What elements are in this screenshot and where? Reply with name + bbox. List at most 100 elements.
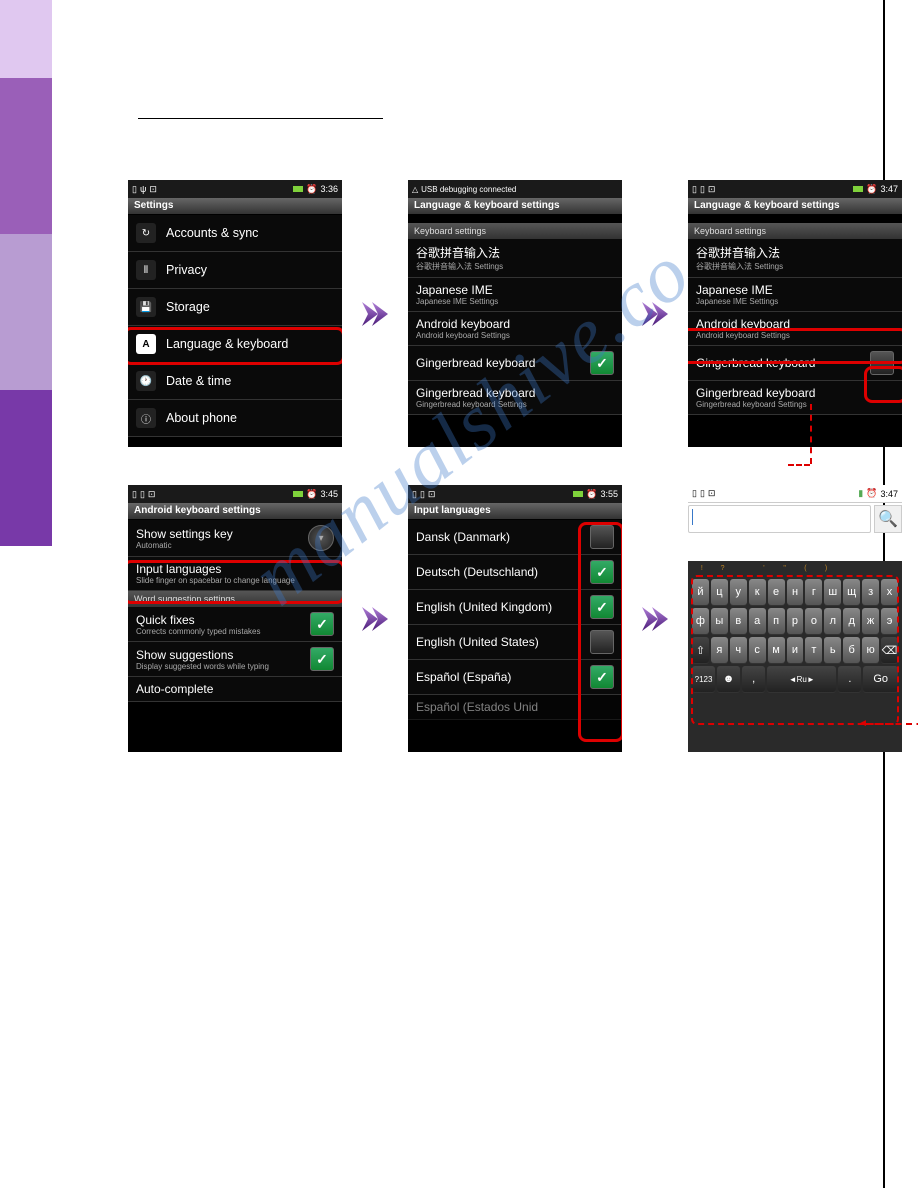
ime-item-android[interactable]: Android keyboardAndroid keyboard Setting… xyxy=(688,312,902,346)
symbols-key[interactable]: ?123 xyxy=(692,666,715,692)
screen-title: Input languages xyxy=(408,503,622,520)
key[interactable]: г xyxy=(805,579,822,605)
key[interactable]: л xyxy=(824,608,841,634)
ime-item-pinyin[interactable]: 谷歌拼音输入法谷歌拼音输入法 Settings xyxy=(688,239,902,278)
settings-item-privacy[interactable]: ⦀Privacy xyxy=(128,252,342,289)
comma-key[interactable]: , xyxy=(742,666,765,692)
key[interactable]: о xyxy=(805,608,822,634)
key[interactable]: б xyxy=(843,637,860,663)
lang-dansk[interactable]: Dansk (Danmark) xyxy=(408,520,622,555)
sync-icon: ↻ xyxy=(136,223,156,243)
settings-item-storage[interactable]: 💾Storage xyxy=(128,289,342,326)
backspace-key[interactable]: ⌫ xyxy=(881,637,898,663)
section-header: Keyboard settings xyxy=(688,223,902,239)
key[interactable]: ы xyxy=(711,608,728,634)
key[interactable]: ж xyxy=(862,608,879,634)
key[interactable]: н xyxy=(787,579,804,605)
ime-item-gingerbread[interactable]: Gingerbread keyboardGingerbread keyboard… xyxy=(688,381,902,415)
band-3 xyxy=(0,234,52,390)
checkbox[interactable] xyxy=(590,525,614,549)
ime-item-pinyin[interactable]: 谷歌拼音输入法谷歌拼音输入法 Settings xyxy=(408,239,622,278)
setting-input-languages[interactable]: Input languagesSlide finger on spacebar … xyxy=(128,557,342,591)
statusbar: ▯▯⊡ ⏰3:45 xyxy=(128,485,342,503)
key[interactable]: в xyxy=(730,608,747,634)
checkbox[interactable] xyxy=(310,612,334,636)
lang-deutsch[interactable]: Deutsch (Deutschland) xyxy=(408,555,622,590)
status-time: 3:55 xyxy=(600,489,618,499)
settings-item-datetime[interactable]: 🕐Date & time xyxy=(128,363,342,400)
setting-auto-complete[interactable]: Auto-complete xyxy=(128,677,342,702)
status-time: 3:47 xyxy=(880,489,898,499)
section-header: Word suggestion settings xyxy=(128,591,342,607)
key[interactable]: х xyxy=(881,579,898,605)
go-key[interactable]: Go xyxy=(863,666,898,692)
status-time: 3:45 xyxy=(320,489,338,499)
key[interactable]: д xyxy=(843,608,860,634)
checkbox[interactable] xyxy=(310,647,334,671)
shift-key[interactable]: ⇧ xyxy=(692,637,709,663)
search-icon: 🔍 xyxy=(878,509,898,529)
arrow-icon xyxy=(360,294,390,334)
arrow-icon xyxy=(640,599,670,639)
lang-espanol-es[interactable]: Español (España) xyxy=(408,660,622,695)
ime-item-japanese[interactable]: Japanese IMEJapanese IME Settings xyxy=(408,278,622,312)
search-button[interactable]: 🔍 xyxy=(874,505,902,533)
key[interactable]: к xyxy=(749,579,766,605)
setting-show-suggestions[interactable]: Show suggestionsDisplay suggested words … xyxy=(128,642,342,677)
ime-item-gingerbread-chk[interactable]: Gingerbread keyboard xyxy=(688,346,902,381)
ime-item-android[interactable]: Android keyboardAndroid keyboard Setting… xyxy=(408,312,622,346)
setting-show-settings-key[interactable]: Show settings keyAutomatic▾ xyxy=(128,520,342,557)
ime-item-gingerbread[interactable]: Gingerbread keyboardGingerbread keyboard… xyxy=(408,381,622,415)
key[interactable]: м xyxy=(768,637,785,663)
key[interactable]: т xyxy=(805,637,822,663)
key[interactable]: ь xyxy=(824,637,841,663)
screen-title: Language & keyboard settings xyxy=(408,198,622,215)
screenshot-settings: ▯ψ⊡ ⏰3:36 Settings ↻Accounts & sync ⦀Pri… xyxy=(128,180,342,447)
key[interactable]: щ xyxy=(843,579,860,605)
key[interactable]: с xyxy=(749,637,766,663)
key[interactable]: п xyxy=(768,608,785,634)
spacebar[interactable]: ◄ Ru ► xyxy=(767,666,836,692)
key[interactable]: и xyxy=(787,637,804,663)
key[interactable]: ш xyxy=(824,579,841,605)
search-input[interactable] xyxy=(688,505,871,533)
key[interactable]: я xyxy=(711,637,728,663)
dropdown-icon[interactable]: ▾ xyxy=(308,525,334,551)
steps-row-1: ▯ψ⊡ ⏰3:36 Settings ↻Accounts & sync ⦀Pri… xyxy=(128,180,902,447)
key[interactable]: р xyxy=(787,608,804,634)
screenshot-lang-kbd-1: △USB debugging connected Language & keyb… xyxy=(408,180,622,447)
section-header: Keyboard settings xyxy=(408,223,622,239)
key[interactable]: ф xyxy=(692,608,709,634)
key[interactable]: ю xyxy=(862,637,879,663)
checkbox[interactable] xyxy=(870,351,894,375)
key[interactable]: ч xyxy=(730,637,747,663)
period-key[interactable]: . xyxy=(838,666,861,692)
settings-item-about[interactable]: ⓘAbout phone xyxy=(128,400,342,437)
lang-english-uk[interactable]: English (United Kingdom) xyxy=(408,590,622,625)
checkbox[interactable] xyxy=(590,665,614,689)
settings-key[interactable]: ☻ xyxy=(717,666,740,692)
keyboard-icon: A xyxy=(136,334,156,354)
settings-item-accounts[interactable]: ↻Accounts & sync xyxy=(128,215,342,252)
key[interactable]: а xyxy=(749,608,766,634)
key[interactable]: й xyxy=(692,579,709,605)
setting-quick-fixes[interactable]: Quick fixesCorrects commonly typed mista… xyxy=(128,607,342,642)
checkbox[interactable] xyxy=(590,351,614,375)
info-icon: ⓘ xyxy=(136,408,156,428)
lang-espanol-us[interactable]: Español (Estados Unid xyxy=(408,695,622,720)
settings-item-language[interactable]: ALanguage & keyboard xyxy=(128,326,342,363)
key[interactable]: э xyxy=(881,608,898,634)
checkbox[interactable] xyxy=(590,630,614,654)
screenshot-keyboard: ▯▯⊡ ▮⏰3:47 🔍 !?'"() йцукенгшщзх фывапрол… xyxy=(688,485,902,752)
screen-title: Settings xyxy=(128,198,342,215)
ime-item-gingerbread-chk[interactable]: Gingerbread keyboard xyxy=(408,346,622,381)
key[interactable]: з xyxy=(862,579,879,605)
checkbox[interactable] xyxy=(590,595,614,619)
status-time: 3:47 xyxy=(880,184,898,194)
key[interactable]: е xyxy=(768,579,785,605)
key[interactable]: у xyxy=(730,579,747,605)
checkbox[interactable] xyxy=(590,560,614,584)
key[interactable]: ц xyxy=(711,579,728,605)
lang-english-us[interactable]: English (United States) xyxy=(408,625,622,660)
ime-item-japanese[interactable]: Japanese IMEJapanese IME Settings xyxy=(688,278,902,312)
